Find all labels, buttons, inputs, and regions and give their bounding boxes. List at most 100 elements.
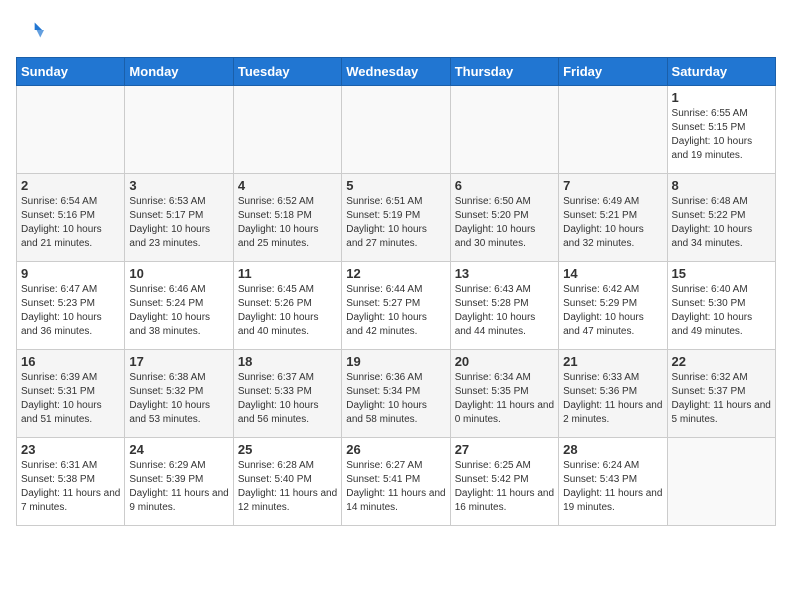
day-cell [125,85,233,173]
week-row-2: 9 Sunrise: 6:47 AM Sunset: 5:23 PM Daylig… [17,261,776,349]
day-cell: 23 Sunrise: 6:31 AM Sunset: 5:38 PM Dayli… [17,437,125,525]
day-cell: 8 Sunrise: 6:48 AM Sunset: 5:22 PM Daylig… [667,173,775,261]
day-info: Sunrise: 6:29 AM Sunset: 5:39 PM Dayligh… [129,459,228,515]
day-info: Sunrise: 6:53 AM Sunset: 5:17 PM Dayligh… [129,195,228,251]
day-info: Sunrise: 6:24 AM Sunset: 5:43 PM Dayligh… [563,459,662,515]
day-cell: 10 Sunrise: 6:46 AM Sunset: 5:24 PM Dayli… [125,261,233,349]
day-info: Sunrise: 6:48 AM Sunset: 5:22 PM Dayligh… [672,195,771,251]
day-cell: 13 Sunrise: 6:43 AM Sunset: 5:28 PM Dayli… [450,261,558,349]
day-info: Sunrise: 6:39 AM Sunset: 5:31 PM Dayligh… [21,371,120,427]
day-cell: 24 Sunrise: 6:29 AM Sunset: 5:39 PM Dayli… [125,437,233,525]
day-cell: 7Sunrise: 6:49 AM Sunset: 5:21 PM Daylig… [559,173,667,261]
day-number: 9 [21,266,120,281]
day-number: 13 [455,266,554,281]
day-cell: 22 Sunrise: 6:32 AM Sunset: 5:37 PM Dayli… [667,349,775,437]
day-cell: 2 Sunrise: 6:54 AM Sunset: 5:16 PM Daylig… [17,173,125,261]
day-info: Sunrise: 6:55 AM Sunset: 5:15 PM Dayligh… [672,107,771,163]
day-number: 19 [346,354,445,369]
day-number: 17 [129,354,228,369]
day-number: 8 [672,178,771,193]
day-info: Sunrise: 6:40 AM Sunset: 5:30 PM Dayligh… [672,283,771,339]
dow-thursday: Thursday [450,57,558,85]
day-cell: 5 Sunrise: 6:51 AM Sunset: 5:19 PM Daylig… [342,173,450,261]
week-row-3: 16Sunrise: 6:39 AM Sunset: 5:31 PM Dayli… [17,349,776,437]
day-number: 10 [129,266,228,281]
day-number: 18 [238,354,337,369]
day-cell: 9 Sunrise: 6:47 AM Sunset: 5:23 PM Daylig… [17,261,125,349]
calendar-table: SundayMondayTuesdayWednesdayThursdayFrid… [16,57,776,526]
day-info: Sunrise: 6:34 AM Sunset: 5:35 PM Dayligh… [455,371,554,427]
day-info: Sunrise: 6:36 AM Sunset: 5:34 PM Dayligh… [346,371,445,427]
day-cell: 15 Sunrise: 6:40 AM Sunset: 5:30 PM Dayli… [667,261,775,349]
day-number: 24 [129,442,228,457]
day-number: 23 [21,442,120,457]
day-cell: 1 Sunrise: 6:55 AM Sunset: 5:15 PM Daylig… [667,85,775,173]
day-cell [233,85,341,173]
day-cell: 26 Sunrise: 6:27 AM Sunset: 5:41 PM Dayli… [342,437,450,525]
day-info: Sunrise: 6:52 AM Sunset: 5:18 PM Dayligh… [238,195,337,251]
day-cell [667,437,775,525]
dow-saturday: Saturday [667,57,775,85]
dow-tuesday: Tuesday [233,57,341,85]
day-number: 2 [21,178,120,193]
day-cell: 19 Sunrise: 6:36 AM Sunset: 5:34 PM Dayli… [342,349,450,437]
day-number: 14 [563,266,662,281]
day-cell: 28 Sunrise: 6:24 AM Sunset: 5:43 PM Dayli… [559,437,667,525]
day-info: Sunrise: 6:44 AM Sunset: 5:27 PM Dayligh… [346,283,445,339]
day-number: 3 [129,178,228,193]
day-cell: 20 Sunrise: 6:34 AM Sunset: 5:35 PM Dayli… [450,349,558,437]
day-cell [342,85,450,173]
day-info: Sunrise: 6:54 AM Sunset: 5:16 PM Dayligh… [21,195,120,251]
day-info: Sunrise: 6:46 AM Sunset: 5:24 PM Dayligh… [129,283,228,339]
day-number: 20 [455,354,554,369]
day-cell: 18Sunrise: 6:37 AM Sunset: 5:33 PM Dayli… [233,349,341,437]
day-info: Sunrise: 6:42 AM Sunset: 5:29 PM Dayligh… [563,283,662,339]
day-info: Sunrise: 6:25 AM Sunset: 5:42 PM Dayligh… [455,459,554,515]
day-info: Sunrise: 6:43 AM Sunset: 5:28 PM Dayligh… [455,283,554,339]
week-row-1: 2 Sunrise: 6:54 AM Sunset: 5:16 PM Daylig… [17,173,776,261]
week-row-4: 23 Sunrise: 6:31 AM Sunset: 5:38 PM Dayli… [17,437,776,525]
day-info: Sunrise: 6:27 AM Sunset: 5:41 PM Dayligh… [346,459,445,515]
day-cell: 11 Sunrise: 6:45 AM Sunset: 5:26 PM Dayli… [233,261,341,349]
day-number: 25 [238,442,337,457]
day-cell: 6Sunrise: 6:50 AM Sunset: 5:20 PM Daylig… [450,173,558,261]
day-number: 15 [672,266,771,281]
dow-monday: Monday [125,57,233,85]
dow-wednesday: Wednesday [342,57,450,85]
day-number: 5 [346,178,445,193]
day-cell: 21Sunrise: 6:33 AM Sunset: 5:36 PM Dayli… [559,349,667,437]
page-header [16,16,776,49]
day-cell [17,85,125,173]
day-number: 28 [563,442,662,457]
calendar-body: 1 Sunrise: 6:55 AM Sunset: 5:15 PM Daylig… [17,85,776,525]
day-cell: 12 Sunrise: 6:44 AM Sunset: 5:27 PM Dayli… [342,261,450,349]
day-info: Sunrise: 6:49 AM Sunset: 5:21 PM Dayligh… [563,195,662,251]
logo-icon [16,16,44,44]
day-number: 12 [346,266,445,281]
day-info: Sunrise: 6:47 AM Sunset: 5:23 PM Dayligh… [21,283,120,339]
day-cell: 17 Sunrise: 6:38 AM Sunset: 5:32 PM Dayli… [125,349,233,437]
day-number: 6 [455,178,554,193]
dow-friday: Friday [559,57,667,85]
day-number: 1 [672,90,771,105]
day-cell: 4Sunrise: 6:52 AM Sunset: 5:18 PM Daylig… [233,173,341,261]
day-number: 22 [672,354,771,369]
day-number: 11 [238,266,337,281]
day-info: Sunrise: 6:31 AM Sunset: 5:38 PM Dayligh… [21,459,120,515]
day-cell: 3 Sunrise: 6:53 AM Sunset: 5:17 PM Daylig… [125,173,233,261]
day-cell: 14 Sunrise: 6:42 AM Sunset: 5:29 PM Dayli… [559,261,667,349]
day-number: 27 [455,442,554,457]
day-number: 21 [563,354,662,369]
days-of-week-row: SundayMondayTuesdayWednesdayThursdayFrid… [17,57,776,85]
day-cell: 16Sunrise: 6:39 AM Sunset: 5:31 PM Dayli… [17,349,125,437]
day-cell: 27 Sunrise: 6:25 AM Sunset: 5:42 PM Dayli… [450,437,558,525]
day-info: Sunrise: 6:45 AM Sunset: 5:26 PM Dayligh… [238,283,337,339]
day-cell: 25 Sunrise: 6:28 AM Sunset: 5:40 PM Dayli… [233,437,341,525]
day-info: Sunrise: 6:51 AM Sunset: 5:19 PM Dayligh… [346,195,445,251]
day-info: Sunrise: 6:38 AM Sunset: 5:32 PM Dayligh… [129,371,228,427]
day-cell [450,85,558,173]
day-number: 26 [346,442,445,457]
week-row-0: 1 Sunrise: 6:55 AM Sunset: 5:15 PM Daylig… [17,85,776,173]
day-info: Sunrise: 6:28 AM Sunset: 5:40 PM Dayligh… [238,459,337,515]
day-info: Sunrise: 6:32 AM Sunset: 5:37 PM Dayligh… [672,371,771,427]
